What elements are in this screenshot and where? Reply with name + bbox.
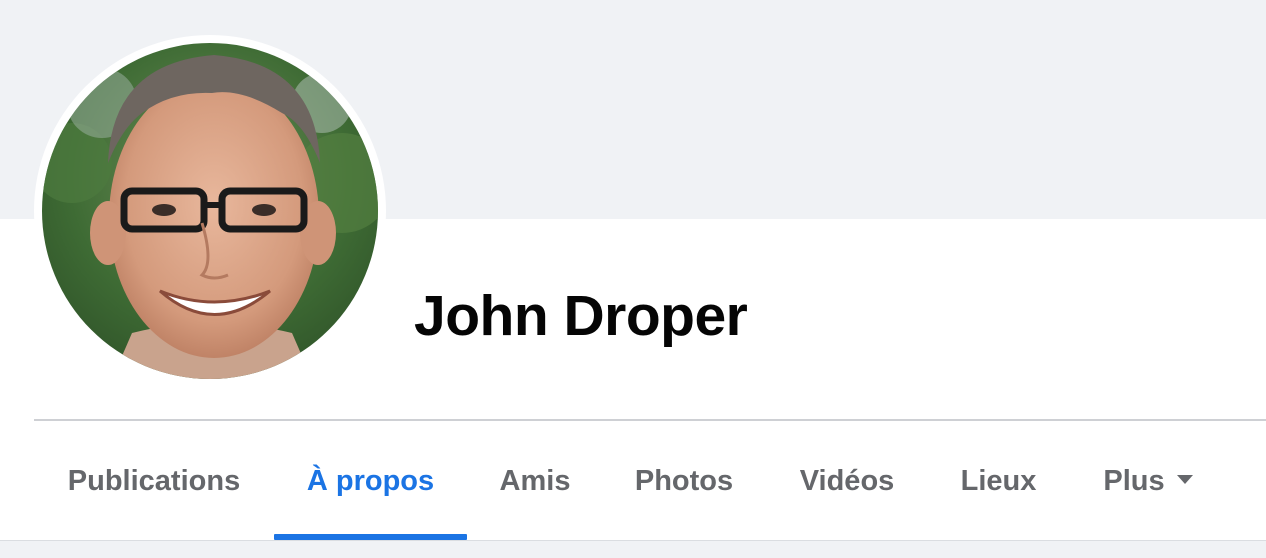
caret-down-icon [1176,474,1193,484]
profile-name: John Droper [414,284,748,348]
avatar-photo [42,43,378,379]
tab-label: Vidéos [799,465,895,497]
avatar[interactable] [42,43,378,379]
tab-more[interactable]: Plus [1068,421,1228,540]
tab-friends[interactable]: Amis [467,421,603,540]
tab-photos[interactable]: Photos [603,421,765,540]
tab-label: Photos [634,465,734,497]
tab-about[interactable]: À propos [274,421,467,540]
profile-tabs: Publications À propos Amis Photos Vidéos… [34,421,1266,540]
tab-more-label-wrap: Plus [1068,465,1228,498]
tab-label: Lieux [960,465,1037,497]
tab-label: Publications [67,465,241,497]
tab-places[interactable]: Lieux [929,421,1068,540]
tab-publications[interactable]: Publications [34,421,274,540]
tab-videos[interactable]: Vidéos [765,421,929,540]
tab-label: À propos [306,465,435,497]
content-background [0,540,1266,558]
tab-label: Amis [499,465,571,497]
tab-label: Plus [1103,465,1165,497]
